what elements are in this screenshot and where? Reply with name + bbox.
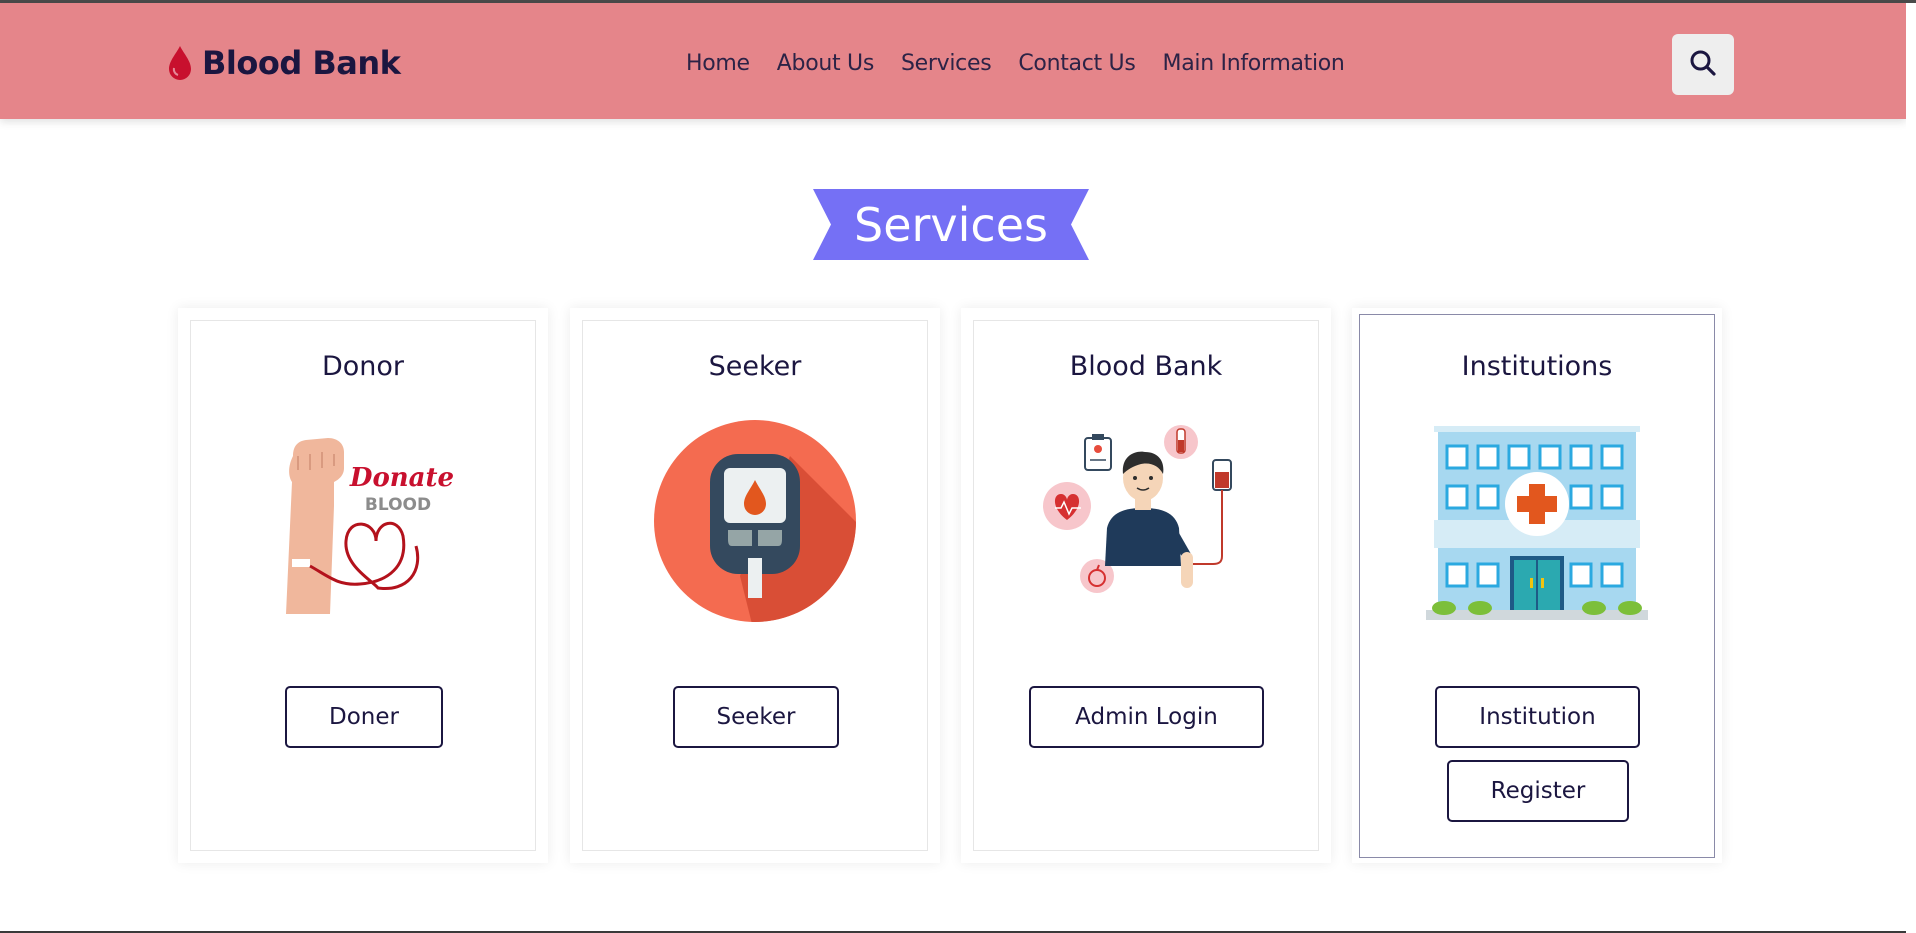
donor-card: Donor Donate BLOOD Doner bbox=[178, 308, 548, 863]
illustration-blood-text: BLOOD bbox=[365, 495, 431, 515]
seeker-button[interactable]: Seeker bbox=[673, 686, 839, 748]
admin-login-button[interactable]: Admin Login bbox=[1029, 686, 1264, 748]
blood-drop-icon bbox=[166, 44, 194, 82]
main-nav: Home About Us Services Contact Us Main I… bbox=[686, 43, 1345, 83]
logo-text: Blood Bank bbox=[202, 44, 401, 82]
nav-services[interactable]: Services bbox=[901, 51, 992, 76]
card-title-blood-bank: Blood Bank bbox=[1069, 351, 1223, 382]
nav-about-us[interactable]: About Us bbox=[777, 51, 875, 76]
institution-button[interactable]: Institution bbox=[1435, 686, 1640, 748]
nav-contact-us[interactable]: Contact Us bbox=[1018, 51, 1135, 76]
institutions-card: Institutions Institution Register bbox=[1352, 308, 1722, 863]
nav-main-information[interactable]: Main Information bbox=[1163, 51, 1345, 76]
card-title-institutions: Institutions bbox=[1461, 351, 1613, 382]
section-title-ribbon: Services bbox=[813, 189, 1089, 260]
site-header: Blood Bank Home About Us Services Contac… bbox=[0, 3, 1906, 119]
page-right-margin bbox=[1906, 3, 1916, 933]
blood-bank-card: Blood Bank Admin Login bbox=[961, 308, 1331, 863]
search-icon bbox=[1689, 49, 1717, 81]
search-button[interactable] bbox=[1672, 34, 1734, 95]
card-title-donor: Donor bbox=[321, 351, 405, 382]
glucometer-illustration bbox=[640, 416, 870, 626]
blood-donor-person-illustration bbox=[1031, 416, 1261, 626]
card-title-seeker: Seeker bbox=[708, 351, 802, 382]
register-button[interactable]: Register bbox=[1447, 760, 1629, 822]
illustration-donate-text: Donate bbox=[349, 463, 454, 493]
nav-home[interactable]: Home bbox=[686, 51, 750, 76]
section-title: Services bbox=[854, 197, 1048, 252]
site-logo[interactable]: Blood Bank bbox=[166, 41, 401, 85]
donate-blood-illustration: Donate BLOOD bbox=[248, 416, 478, 626]
hospital-building-illustration bbox=[1422, 416, 1652, 626]
doner-button[interactable]: Doner bbox=[285, 686, 443, 748]
seeker-card: Seeker Seeker bbox=[570, 308, 940, 863]
